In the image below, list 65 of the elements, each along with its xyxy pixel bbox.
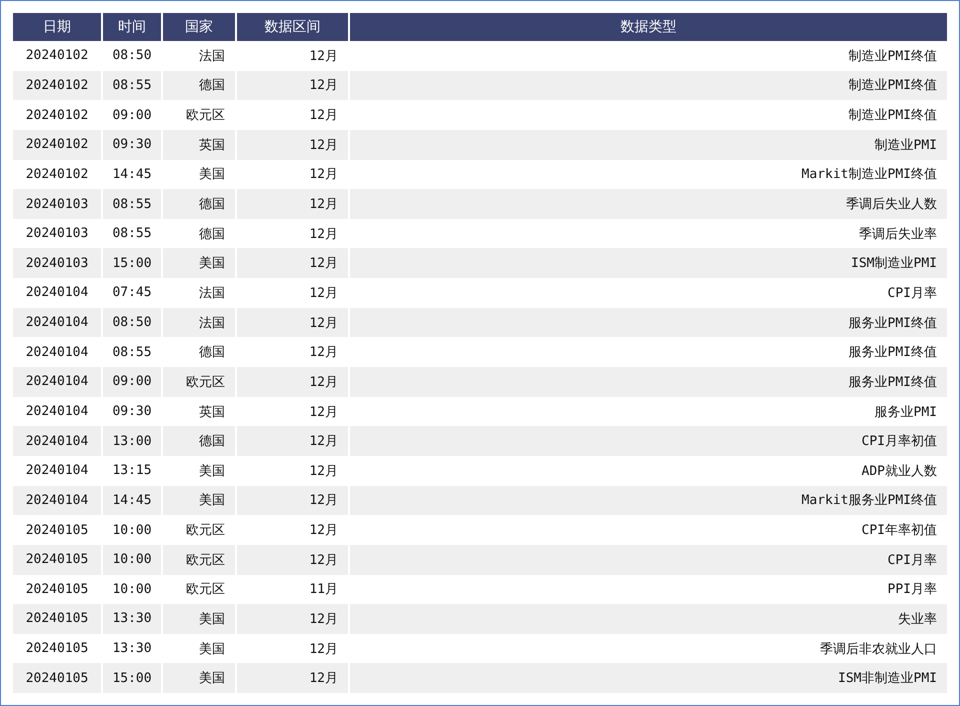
table-cell: 12月 <box>237 663 348 694</box>
table-cell: 12月 <box>237 604 348 634</box>
column-header: 时间 <box>103 13 161 41</box>
table-cell: 09:30 <box>103 396 161 426</box>
table-cell: 12月 <box>237 70 348 100</box>
table-cell: 13:30 <box>103 604 161 634</box>
table-cell: 20240104 <box>13 426 101 456</box>
table-cell: 20240105 <box>13 663 101 694</box>
table-cell: 20240103 <box>13 248 101 278</box>
table-cell: 德国 <box>163 189 235 219</box>
table-cell: 英国 <box>163 130 235 160</box>
table-cell: CPI月率初值 <box>350 426 947 456</box>
table-cell: 服务业PMI <box>350 396 947 426</box>
table-cell: 制造业PMI终值 <box>350 70 947 100</box>
table-cell: 08:55 <box>103 189 161 219</box>
table-cell: 08:55 <box>103 70 161 100</box>
table-cell: 服务业PMI终值 <box>350 308 947 338</box>
table-cell: 20240103 <box>13 189 101 219</box>
table-cell: 20240105 <box>13 604 101 634</box>
table-cell: 15:00 <box>103 663 161 694</box>
table-cell: 美国 <box>163 486 235 516</box>
table-cell: 服务业PMI终值 <box>350 367 947 397</box>
table-cell: ISM非制造业PMI <box>350 663 947 694</box>
table-cell: 12月 <box>237 486 348 516</box>
table-cell: 20240105 <box>13 544 101 575</box>
table-cell: 10:00 <box>103 544 161 575</box>
table-cell: 09:00 <box>103 367 161 397</box>
table-cell: 15:00 <box>103 248 161 278</box>
table-cell: 失业率 <box>350 604 947 634</box>
table-cell: 季调后失业人数 <box>350 189 947 219</box>
table-cell: 英国 <box>163 396 235 426</box>
table-cell: 法国 <box>163 308 235 338</box>
table-cell: 20240102 <box>13 70 101 100</box>
table-cell: 制造业PMI <box>350 130 947 160</box>
table-cell: 20240104 <box>13 308 101 338</box>
table-cell: 13:00 <box>103 426 161 456</box>
table-cell: 12月 <box>237 248 348 278</box>
table-cell: 20240104 <box>13 367 101 397</box>
table-cell: 欧元区 <box>163 544 235 575</box>
column-header: 数据类型 <box>350 13 947 41</box>
column-header: 日期 <box>13 13 101 41</box>
table-cell: 12月 <box>237 426 348 456</box>
table-cell: 美国 <box>163 604 235 634</box>
column-header: 数据区间 <box>237 13 348 41</box>
table-cell: 12月 <box>237 396 348 426</box>
table-cell: 12月 <box>237 367 348 397</box>
table-cell: 欧元区 <box>163 367 235 397</box>
table-cell: 12月 <box>237 308 348 338</box>
table-cell: 12月 <box>237 544 348 575</box>
column-header: 国家 <box>163 13 235 41</box>
table-cell: 美国 <box>163 663 235 694</box>
table-cell: 20240104 <box>13 396 101 426</box>
table-cell: 20240102 <box>13 130 101 160</box>
table-cell: 14:45 <box>103 486 161 516</box>
table-cell: CPI月率 <box>350 544 947 575</box>
table-cell: 德国 <box>163 426 235 456</box>
table-cell: 德国 <box>163 70 235 100</box>
table-cell: 12月 <box>237 189 348 219</box>
table-cell: ISM制造业PMI <box>350 248 947 278</box>
table-cell: 12月 <box>237 130 348 160</box>
table-cell: 09:30 <box>103 130 161 160</box>
table-cell: 20240104 <box>13 486 101 516</box>
table-cell: Markit服务业PMI终值 <box>350 486 947 516</box>
table-cell: 08:50 <box>103 308 161 338</box>
table-cell: 美国 <box>163 248 235 278</box>
